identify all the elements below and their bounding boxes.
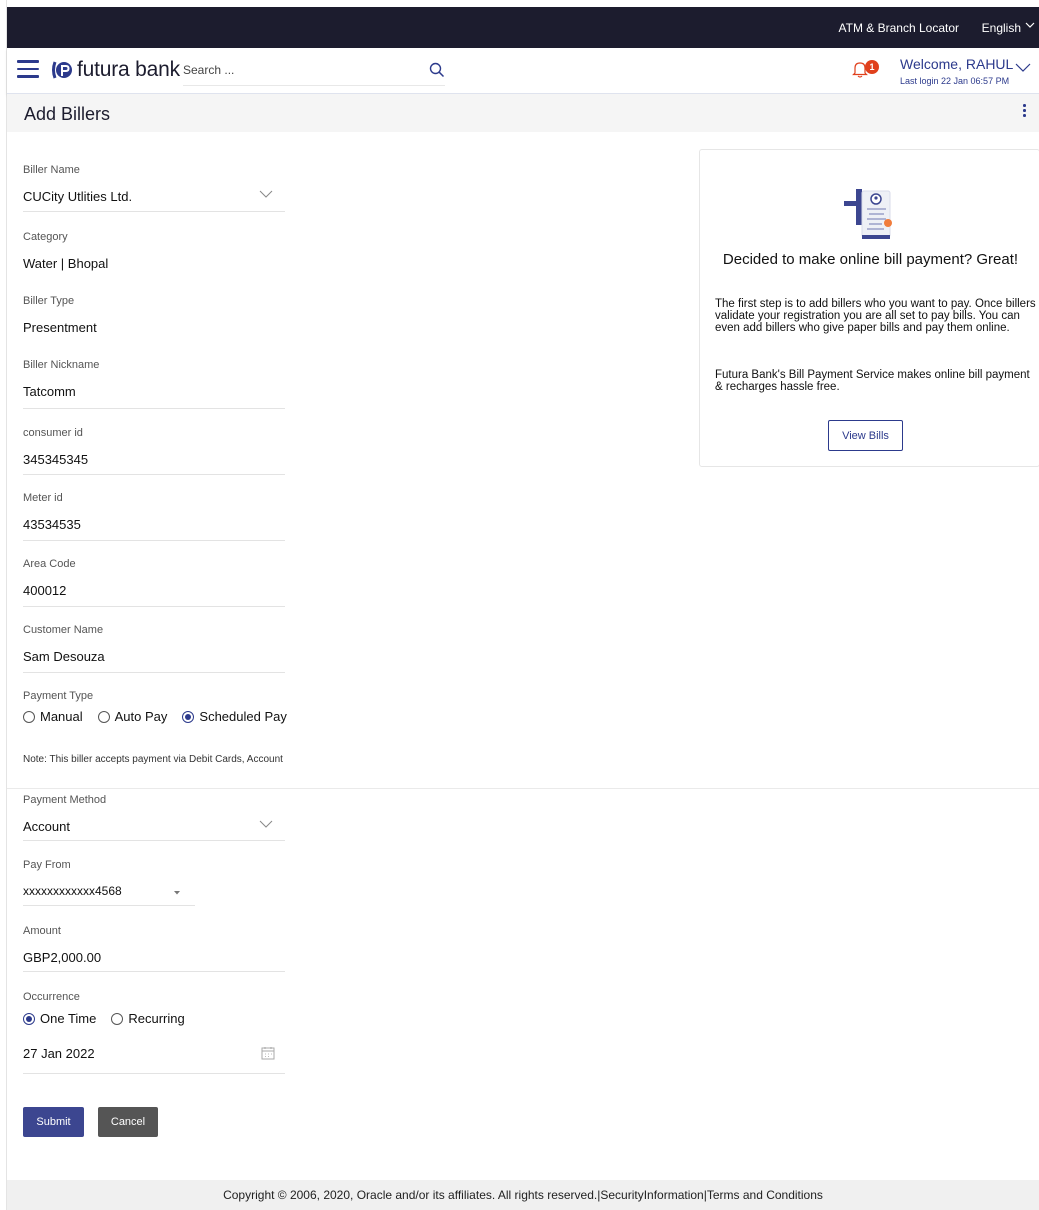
occurrence-one-time[interactable]: One Time xyxy=(23,1011,96,1026)
last-login-text: Last login 22 Jan 06:57 PM xyxy=(900,76,1010,86)
welcome-text[interactable]: Welcome, RAHUL xyxy=(900,56,1013,72)
biller-type-field: Biller Type Presentment xyxy=(23,295,285,335)
payment-type-field: Payment Type xyxy=(23,690,285,702)
more-options-icon[interactable] xyxy=(1023,104,1027,118)
payment-note: Note: This biller accepts payment via De… xyxy=(23,754,283,765)
radio-recurring-label: Recurring xyxy=(128,1011,185,1026)
consumer-id-label: consumer id xyxy=(23,427,83,439)
occurrence-field: Occurrence xyxy=(23,991,285,1003)
search-input[interactable] xyxy=(183,56,403,84)
radio-one-time[interactable] xyxy=(23,1012,35,1025)
payment-type-label: Payment Type xyxy=(23,690,94,702)
page-title: Add Billers xyxy=(24,104,111,124)
top-bar: ATM & Branch Locator English xyxy=(7,7,1039,48)
main-header: futura bank 1 Welcome, RAHUL Last login … xyxy=(7,48,1039,94)
occurrence-label: Occurrence xyxy=(23,991,80,1003)
payment-method-field[interactable]: Payment Method Account xyxy=(23,794,285,841)
date-field[interactable]: 27 Jan 2022 xyxy=(23,1040,285,1074)
page-title-bar: Add Billers xyxy=(7,94,1039,132)
hamburger-menu-icon[interactable] xyxy=(17,60,39,78)
payment-type-scheduled-pay[interactable]: Scheduled Pay xyxy=(182,709,287,724)
radio-scheduled-pay-label: Scheduled Pay xyxy=(199,709,287,724)
radio-one-time-label: One Time xyxy=(40,1011,97,1026)
radio-recurring[interactable] xyxy=(111,1012,124,1025)
chevron-down-icon[interactable] xyxy=(259,816,273,834)
cancel-button[interactable]: Cancel xyxy=(98,1107,158,1137)
biller-nickname-field[interactable]: Biller Nickname Tatcomm xyxy=(23,359,285,409)
brand-name: futura bank xyxy=(77,58,180,81)
bill-document-icon xyxy=(840,187,900,242)
card-heading: Decided to make online bill payment? Gre… xyxy=(722,251,1019,268)
search-box[interactable] xyxy=(183,56,445,86)
bank-logo[interactable]: futura bank xyxy=(51,58,180,82)
amount-field[interactable]: Amount GBP2,000.00 xyxy=(23,925,285,972)
meter-id-input[interactable]: 43534535 xyxy=(23,517,285,532)
logo-mark-icon xyxy=(51,59,73,81)
category-value: Water | Bhopal xyxy=(23,256,109,271)
view-bills-button[interactable]: View Bills xyxy=(828,420,903,451)
biller-nickname-input[interactable]: Tatcomm xyxy=(23,384,285,399)
consumer-id-field[interactable]: consumer id 345345345 xyxy=(23,427,285,475)
biller-type-label: Biller Type xyxy=(23,295,75,307)
payment-type-manual[interactable]: Manual xyxy=(23,709,83,724)
radio-manual[interactable] xyxy=(23,710,35,723)
occurrence-recurring[interactable]: Recurring xyxy=(111,1011,185,1026)
info-card: Decided to make online bill payment? Gre… xyxy=(699,149,1039,467)
area-code-field[interactable]: Area Code 400012 xyxy=(23,558,285,607)
category-field: Category Water | Bhopal xyxy=(23,231,285,271)
pay-from-label: Pay From xyxy=(23,859,71,871)
payment-method-label: Payment Method xyxy=(23,794,107,806)
chevron-down-icon[interactable] xyxy=(259,186,273,204)
payment-method-select[interactable]: Account xyxy=(23,819,285,834)
atm-branch-locator-link[interactable]: ATM & Branch Locator xyxy=(839,21,960,35)
amount-label: Amount xyxy=(23,925,61,937)
chevron-down-icon[interactable] xyxy=(1025,19,1035,36)
date-input[interactable]: 27 Jan 2022 xyxy=(23,1046,285,1061)
card-paragraph-1: The first step is to add billers who you… xyxy=(715,298,1036,334)
customer-name-field[interactable]: Customer Name Sam Desouza xyxy=(23,624,285,673)
customer-name-label: Customer Name xyxy=(23,624,104,636)
meter-id-field[interactable]: Meter id 43534535 xyxy=(23,492,285,541)
submit-button[interactable]: Submit xyxy=(23,1107,84,1137)
pay-from-field[interactable]: Pay From xxxxxxxxxxxx4568 xyxy=(23,859,195,906)
calendar-icon[interactable] xyxy=(261,1046,275,1065)
customer-name-input[interactable]: Sam Desouza xyxy=(23,649,285,664)
radio-manual-label: Manual xyxy=(40,709,83,724)
notification-bell[interactable]: 1 xyxy=(852,60,882,80)
payment-type-auto-pay[interactable]: Auto Pay xyxy=(97,709,168,724)
biller-name-value: CUCity Utlities Ltd. xyxy=(23,189,133,204)
occurrence-radio-group: One Time Recurring xyxy=(23,1011,200,1026)
biller-nickname-label: Biller Nickname xyxy=(23,359,100,371)
notification-badge: 1 xyxy=(865,60,879,74)
meter-id-label: Meter id xyxy=(23,492,63,504)
pay-from-select[interactable]: xxxxxxxxxxxx4568 xyxy=(23,884,195,898)
footer: Copyright © 2006, 2020, Oracle and/or it… xyxy=(7,1180,1039,1210)
left-rail xyxy=(0,0,7,1210)
section-divider xyxy=(7,788,1039,789)
radio-auto-pay[interactable] xyxy=(97,710,110,723)
area-code-label: Area Code xyxy=(23,558,76,570)
consumer-id-input[interactable]: 345345345 xyxy=(23,452,285,467)
radio-scheduled-pay[interactable] xyxy=(182,710,195,723)
user-menu-chevron-down-icon[interactable] xyxy=(1015,60,1031,78)
biller-name-label: Biller Name xyxy=(23,164,80,176)
biller-name-field[interactable]: Biller Name CUCity Utlities Ltd. xyxy=(23,164,285,212)
radio-auto-pay-label: Auto Pay xyxy=(114,709,168,724)
category-label: Category xyxy=(23,231,68,243)
caret-down-icon[interactable] xyxy=(173,883,181,901)
amount-input[interactable]: GBP2,000.00 xyxy=(23,950,285,965)
search-icon[interactable] xyxy=(429,62,445,83)
area-code-input[interactable]: 400012 xyxy=(23,583,285,598)
payment-type-radio-group: Manual Auto Pay Scheduled Pay xyxy=(23,709,302,724)
biller-type-value: Presentment xyxy=(23,320,97,335)
language-selector[interactable]: English xyxy=(982,21,1021,35)
card-paragraph-2: Futura Bank's Bill Payment Service makes… xyxy=(715,369,1030,393)
